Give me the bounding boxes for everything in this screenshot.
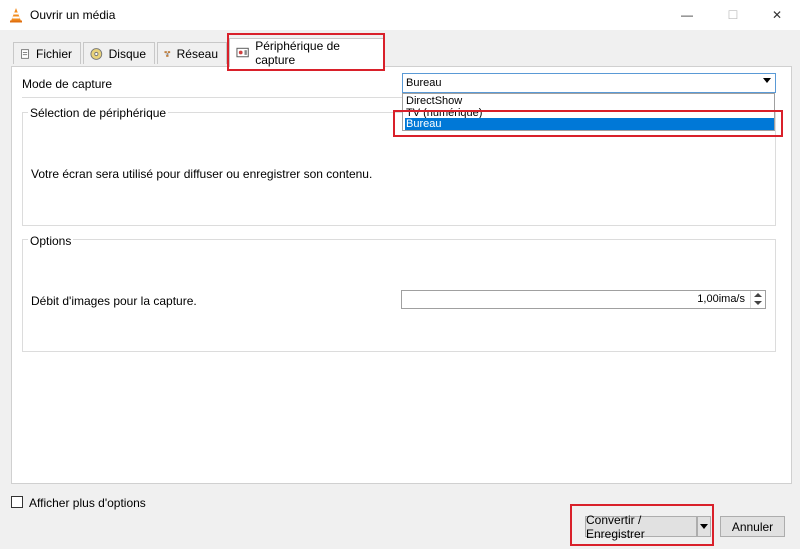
close-icon: ✕	[771, 8, 783, 22]
maximize-icon: ☐	[727, 8, 739, 22]
chevron-down-icon	[700, 524, 708, 529]
device-description: Votre écran sera utilisé pour diffuser o…	[31, 167, 373, 181]
capture-device-icon	[236, 47, 249, 58]
close-button[interactable]: ✕	[754, 0, 800, 30]
tab-label: Périphérique de capture	[255, 39, 340, 67]
minimize-icon: —	[681, 8, 693, 22]
convert-save-button[interactable]: Convertir / Enregistrer	[585, 513, 697, 541]
tab-disque[interactable]: Disque	[83, 42, 155, 64]
frame-rate-label: Débit d'images pour la capture.	[31, 294, 197, 308]
tab-bar: Fichier Disque Réseau Périphérique de ca…	[11, 38, 791, 67]
vlc-cone-icon	[10, 8, 22, 23]
more-options-checkbox[interactable]	[11, 496, 23, 508]
capture-mode-value: Bureau	[406, 77, 442, 89]
maximize-button[interactable]: ☐	[710, 0, 756, 30]
cancel-button[interactable]: Annuler	[720, 516, 785, 537]
tab-label: Réseau	[176, 46, 218, 61]
device-selection-title: Sélection de périphérique	[28, 106, 169, 120]
title-bar: Ouvrir un média — ☐ ✕	[0, 0, 800, 30]
tab-label: Disque	[108, 46, 146, 61]
file-icon	[21, 48, 29, 59]
frame-rate-spinbox[interactable]: 1,00ima/s	[401, 290, 766, 309]
minimize-button[interactable]: —	[664, 0, 710, 30]
spin-buttons	[750, 291, 765, 308]
cancel-label: Annuler	[731, 519, 774, 534]
network-icon	[164, 50, 171, 57]
dropdown-option-directshow[interactable]: DirectShow	[405, 95, 774, 107]
dropdown-option-bureau[interactable]: Bureau	[405, 118, 774, 130]
spin-up-icon[interactable]	[754, 293, 762, 297]
window-title: Ouvrir un média	[30, 8, 116, 22]
tab-peripherique-capture[interactable]: Périphérique de capture	[229, 38, 385, 67]
capture-mode-dropdown: DirectShow TV (numérique) Bureau	[402, 93, 775, 131]
convert-options-dropdown-button[interactable]	[697, 516, 711, 537]
open-media-dialog: Ouvrir un média — ☐ ✕ Fichier Disque Rés…	[0, 0, 800, 549]
convert-save-label: Convertir / Enregistrer	[586, 512, 645, 541]
spin-down-icon[interactable]	[754, 301, 762, 305]
capture-mode-select[interactable]: Bureau	[402, 73, 776, 93]
options-title: Options	[28, 234, 74, 248]
tab-reseau[interactable]: Réseau	[157, 42, 227, 64]
more-options-label: Afficher plus d'options	[29, 496, 146, 510]
frame-rate-value: 1,00ima/s	[697, 293, 745, 305]
tab-fichier[interactable]: Fichier	[13, 42, 81, 64]
disc-icon	[90, 47, 103, 60]
chevron-down-icon	[763, 78, 771, 83]
capture-mode-label: Mode de capture	[22, 77, 113, 91]
tab-label: Fichier	[35, 46, 72, 61]
